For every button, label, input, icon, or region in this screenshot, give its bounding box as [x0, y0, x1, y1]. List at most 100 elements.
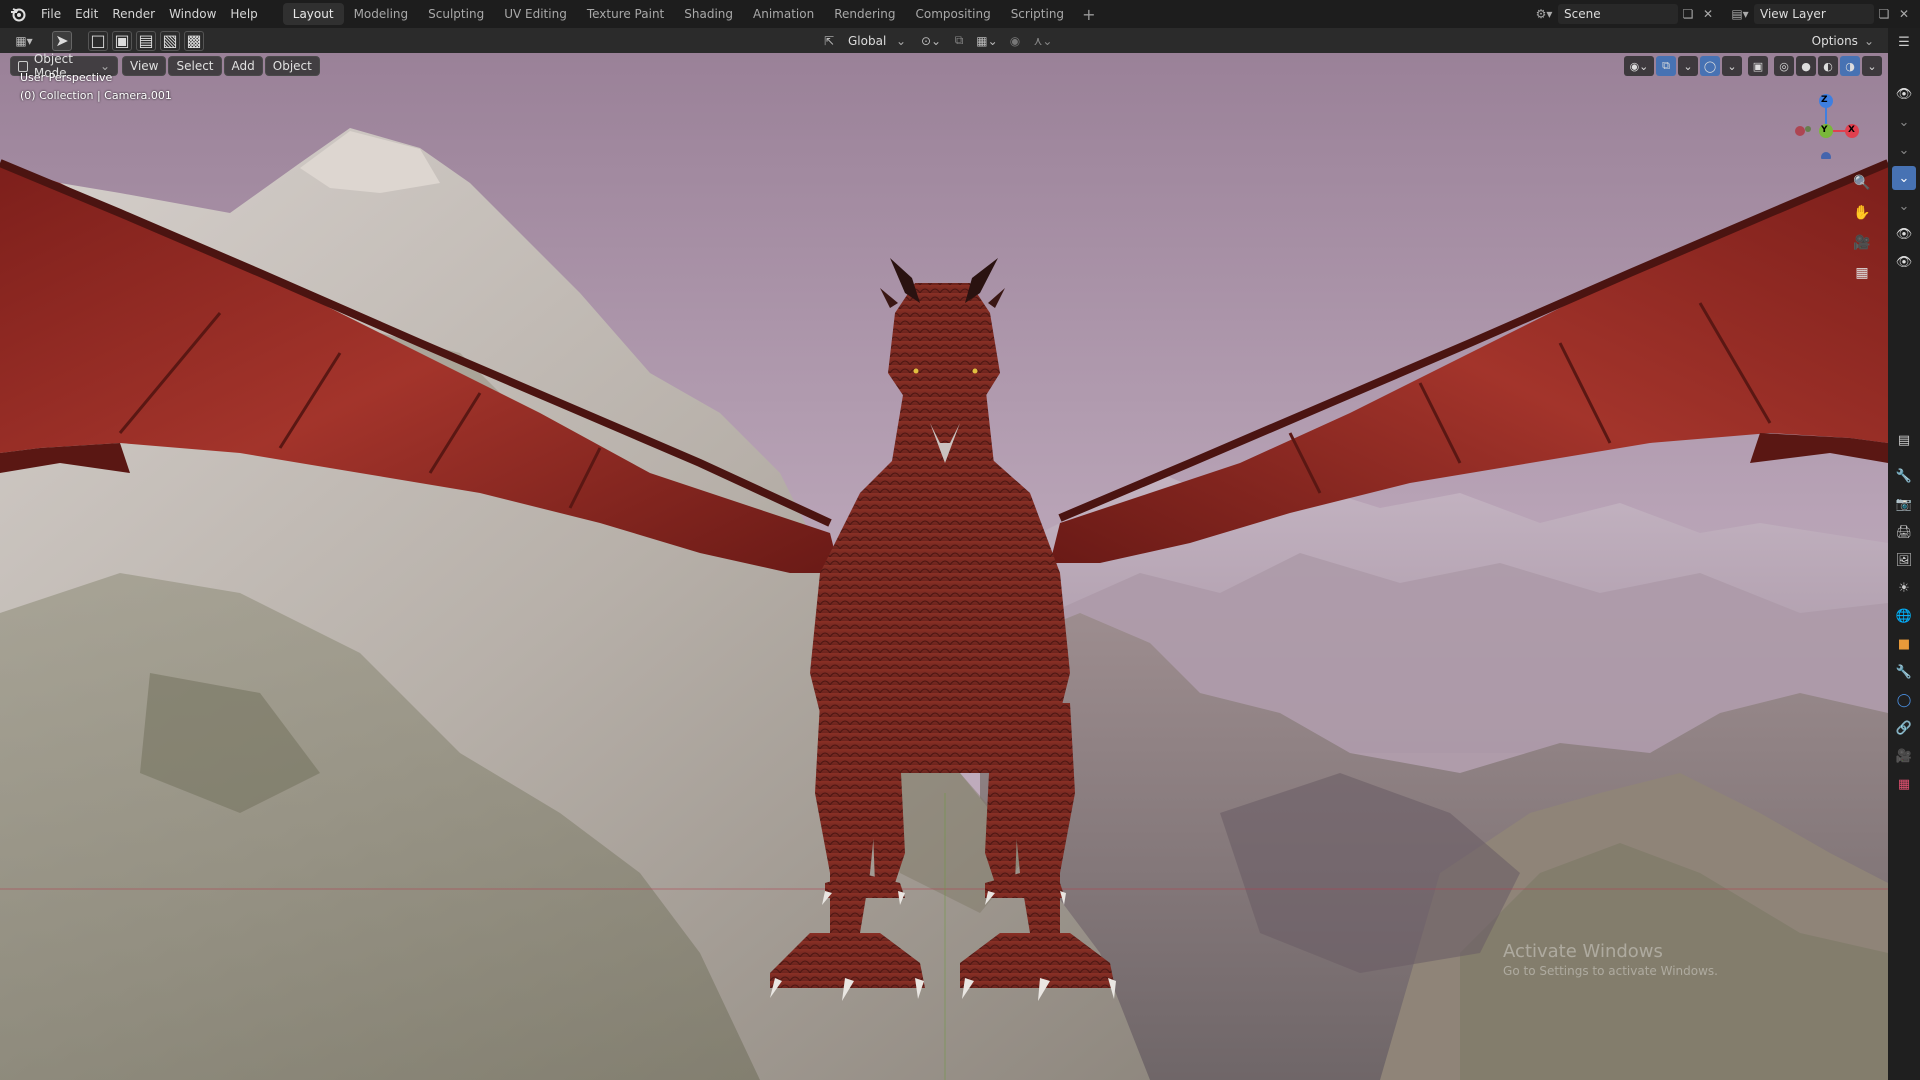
eye-icon[interactable]: ⌄: [1892, 110, 1916, 134]
view-layer-name-field[interactable]: View Layer: [1754, 4, 1874, 24]
viewport-scene: [0, 53, 1888, 1080]
eye-icon[interactable]: 👁: [1892, 250, 1916, 274]
tab-sculpting[interactable]: Sculpting: [418, 3, 494, 25]
tab-scripting[interactable]: Scripting: [1001, 3, 1074, 25]
chevron-down-icon: ⌄: [895, 33, 906, 48]
render-icon[interactable]: 📷: [1892, 492, 1916, 516]
snap-target-icon[interactable]: ▦⌄: [972, 30, 1002, 52]
zoom-icon[interactable]: 🔍: [1850, 171, 1874, 195]
viewport-menu-view[interactable]: View: [122, 56, 167, 76]
shading-dropdown-icon[interactable]: ⌄: [1862, 56, 1882, 76]
proportional-falloff-icon[interactable]: ⋏⌄: [1028, 30, 1058, 52]
tool-icon[interactable]: 🔧: [1892, 464, 1916, 488]
gizmo-z-label: Z: [1821, 95, 1828, 105]
add-workspace-button[interactable]: +: [1074, 5, 1103, 24]
camera-view-icon[interactable]: 🎥: [1850, 231, 1874, 255]
material-preview-icon[interactable]: ◐: [1818, 56, 1838, 76]
new-view-layer-icon[interactable]: ❏: [1874, 4, 1894, 24]
menu-window[interactable]: Window: [162, 3, 223, 25]
tab-rendering[interactable]: Rendering: [824, 3, 905, 25]
delete-view-layer-icon[interactable]: ✕: [1894, 4, 1914, 24]
transform-orientation-dropdown[interactable]: Global ⌄: [842, 31, 912, 51]
select-box-new-icon[interactable]: □: [88, 30, 108, 51]
activate-windows-watermark: Activate Windows Go to Settings to activ…: [1503, 941, 1718, 978]
object-mode-icon: [18, 60, 28, 72]
overlays-dropdown-icon[interactable]: ⌄: [1722, 56, 1742, 76]
tab-compositing[interactable]: Compositing: [905, 3, 1000, 25]
data-icon[interactable]: 🎥: [1892, 744, 1916, 768]
pivot-point-icon[interactable]: ⊙⌄: [916, 30, 946, 52]
visibility-icon[interactable]: ◉⌄: [1624, 56, 1654, 76]
world-icon[interactable]: 🌐: [1892, 604, 1916, 628]
collection-object-label: (0) Collection | Camera.001: [20, 89, 172, 102]
scene-selector-icon[interactable]: ⚙▾: [1530, 4, 1558, 24]
options-label: Options: [1811, 34, 1858, 48]
object-icon[interactable]: ■: [1892, 632, 1916, 656]
pan-hand-icon[interactable]: ✋: [1850, 201, 1874, 225]
physics-icon[interactable]: ◯: [1892, 688, 1916, 712]
outliner-icon[interactable]: ☰: [1892, 30, 1916, 54]
properties-icon[interactable]: ▤: [1892, 428, 1916, 452]
navigation-gizmo[interactable]: Z Y X: [1786, 79, 1866, 162]
workspace-tabs: Layout Modeling Sculpting UV Editing Texture…: [282, 3, 1104, 25]
select-tool-icon[interactable]: ➤: [52, 30, 72, 51]
constraint-icon[interactable]: 🔗: [1892, 716, 1916, 740]
tab-modeling[interactable]: Modeling: [344, 3, 419, 25]
eye-icon[interactable]: ⌄: [1892, 138, 1916, 162]
scene-controls: ⚙▾ Scene ❏ ✕ ▤▾ View Layer ❏ ✕: [1530, 3, 1920, 25]
scene-icon[interactable]: ☀: [1892, 576, 1916, 600]
right-sidebar: ☰ 👁 ⌄ ⌄ ⌄ ⌄ 👁 👁 ▤ 🔧 📷 🖨 🖼 ☀ 🌐 ■ 🔧 ◯ 🔗 🎥 …: [1888, 28, 1920, 1080]
viewport-tool-header: ▦▾ ➤ □ ▣ ▤ ▧ ▩ ⇱ Global ⌄ ⊙⌄ ⧉ ▦⌄ ◉ ⋏⌄: [0, 28, 1888, 53]
viewport-menu-object[interactable]: Object: [264, 56, 320, 76]
scene-name-field[interactable]: Scene: [1558, 4, 1678, 24]
select-box-subtract-icon[interactable]: ▤: [136, 30, 156, 51]
xray-toggle-icon[interactable]: ▣: [1748, 56, 1768, 76]
blender-logo-icon[interactable]: [8, 4, 28, 24]
orthographic-toggle-icon[interactable]: ▦: [1850, 261, 1874, 285]
eye-icon[interactable]: 👁: [1892, 82, 1916, 106]
eye-icon[interactable]: 👁: [1892, 222, 1916, 246]
menu-help[interactable]: Help: [223, 3, 264, 25]
menu-file[interactable]: File: [34, 3, 68, 25]
gizmo-toggle-icon[interactable]: ⧉: [1656, 56, 1676, 76]
tab-layout[interactable]: Layout: [282, 3, 344, 25]
viewport-menu-add[interactable]: Add: [223, 56, 263, 76]
options-dropdown[interactable]: Options ⌄: [1805, 31, 1880, 51]
view-layer-icon[interactable]: 🖼: [1892, 548, 1916, 572]
eye-icon[interactable]: ⌄: [1892, 166, 1916, 190]
eye-icon[interactable]: ⌄: [1892, 194, 1916, 218]
gizmo-x-label: X: [1848, 125, 1855, 135]
wireframe-shading-icon[interactable]: ◎: [1774, 56, 1794, 76]
solid-shading-icon[interactable]: ●: [1796, 56, 1816, 76]
tab-texture-paint[interactable]: Texture Paint: [577, 3, 674, 25]
viewport-shading-controls: ◉⌄ ⧉ ⌄ ◯ ⌄ ▣ ◎ ● ◐ ◑ ⌄: [1624, 56, 1882, 76]
gizmo-y-label: Y: [1821, 125, 1828, 135]
snap-icon[interactable]: ⧉: [950, 30, 968, 52]
menu-render[interactable]: Render: [105, 3, 162, 25]
texture-icon[interactable]: ▦: [1892, 772, 1916, 796]
watermark-title: Activate Windows: [1503, 941, 1663, 962]
transform-orientation-icon: ⇱: [823, 33, 835, 48]
top-menu-bar: File Edit Render Window Help Layout Modeling S…: [0, 0, 1920, 28]
tab-animation[interactable]: Animation: [743, 3, 824, 25]
3d-viewport[interactable]: Object Mode ⌄ View Select Add Object User P…: [0, 53, 1888, 1080]
overlays-toggle-icon[interactable]: ◯: [1700, 56, 1720, 76]
select-box-intersect-icon[interactable]: ▩: [184, 30, 204, 51]
editor-type-icon[interactable]: ▦▾: [6, 30, 42, 52]
view-layer-selector-icon[interactable]: ▤▾: [1726, 4, 1754, 24]
new-scene-icon[interactable]: ❏: [1678, 4, 1698, 24]
gizmo-dropdown-icon[interactable]: ⌄: [1678, 56, 1698, 76]
chevron-down-icon: ⌄: [1863, 34, 1874, 48]
rendered-shading-icon[interactable]: ◑: [1840, 56, 1860, 76]
tab-uv-editing[interactable]: UV Editing: [494, 3, 577, 25]
transform-orientation-label: Global: [848, 33, 887, 48]
modifier-icon[interactable]: 🔧: [1892, 660, 1916, 684]
proportional-editing-icon[interactable]: ◉: [1006, 30, 1024, 52]
menu-edit[interactable]: Edit: [68, 3, 105, 25]
output-icon[interactable]: 🖨: [1892, 520, 1916, 544]
delete-scene-icon[interactable]: ✕: [1698, 4, 1718, 24]
select-box-extend-icon[interactable]: ▣: [112, 30, 132, 51]
viewport-menu-select[interactable]: Select: [168, 56, 222, 76]
tab-shading[interactable]: Shading: [674, 3, 743, 25]
select-box-invert-icon[interactable]: ▧: [160, 30, 180, 51]
